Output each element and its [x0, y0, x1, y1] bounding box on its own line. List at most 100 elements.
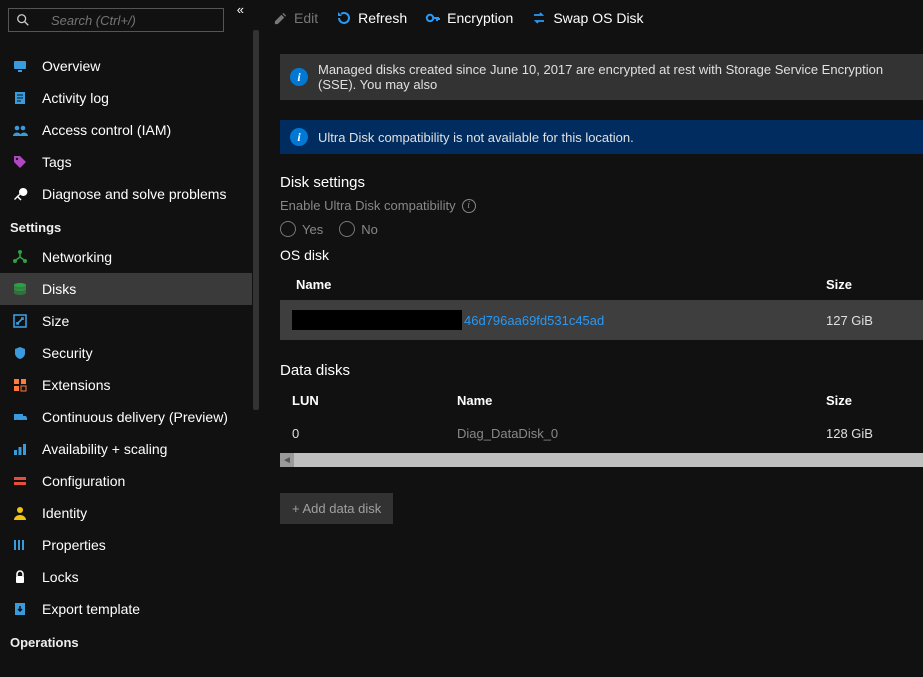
- sidebar-item-label: Extensions: [42, 377, 110, 393]
- edit-label: Edit: [294, 10, 318, 26]
- sidebar-search[interactable]: [8, 8, 224, 32]
- swap-icon: [531, 10, 547, 26]
- main-content: Edit Refresh Encryption Swap OS Disk i M…: [260, 0, 923, 677]
- sse-info-banner: i Managed disks created since June 10, 2…: [280, 54, 923, 100]
- os-disk-link[interactable]: 46d796aa69fd531c45ad: [464, 313, 604, 328]
- sidebar-settings-list: Networking Disks Size Security Extensions Con…: [0, 241, 252, 625]
- sidebar-item-availability-scaling[interactable]: Availability + scaling: [0, 433, 252, 465]
- info-icon: i: [290, 68, 308, 86]
- os-disk-row[interactable]: 46d796aa69fd531c45ad 127 GiB: [280, 300, 923, 340]
- redacted-name: [292, 310, 462, 330]
- sidebar-item-label: Access control (IAM): [42, 122, 171, 138]
- data-disk-size: 128 GiB: [826, 426, 911, 441]
- sidebar-item-tags[interactable]: Tags: [0, 146, 252, 178]
- scroll-left-icon[interactable]: ◄: [280, 453, 294, 467]
- encryption-label: Encryption: [447, 10, 513, 26]
- refresh-button[interactable]: Refresh: [336, 10, 407, 26]
- sidebar-item-label: Size: [42, 313, 69, 329]
- os-disk-table: Name Size 46d796aa69fd531c45ad 127 GiB: [280, 269, 923, 340]
- sidebar-item-label: Tags: [42, 154, 72, 170]
- export-icon: [12, 601, 28, 617]
- sidebar-item-label: Security: [42, 345, 93, 361]
- scaling-icon: [12, 441, 28, 457]
- search-icon: [15, 12, 31, 28]
- sidebar-item-identity[interactable]: Identity: [0, 497, 252, 529]
- search-input[interactable]: [45, 13, 217, 28]
- radio-icon: [339, 221, 355, 237]
- info-icon: i: [290, 128, 308, 146]
- size-icon: [12, 313, 28, 329]
- ultra-banner-text: Ultra Disk compatibility is not availabl…: [318, 130, 634, 145]
- sidebar-item-label: Properties: [42, 537, 106, 553]
- data-disk-lun: 0: [292, 426, 457, 441]
- sidebar-operations-heading: Operations: [0, 625, 252, 656]
- ultra-disk-banner: i Ultra Disk compatibility is not availa…: [280, 120, 923, 154]
- sidebar-item-label: Availability + scaling: [42, 441, 167, 457]
- sidebar-item-properties[interactable]: Properties: [0, 529, 252, 561]
- shield-icon: [12, 345, 28, 361]
- sidebar-item-label: Identity: [42, 505, 87, 521]
- delivery-icon: [12, 409, 28, 425]
- extensions-icon: [12, 377, 28, 393]
- sidebar-item-export-template[interactable]: Export template: [0, 593, 252, 625]
- os-disk-size: 127 GiB: [826, 313, 911, 328]
- info-outline-icon[interactable]: i: [462, 199, 476, 213]
- sidebar-item-diagnose-and-solve-problems[interactable]: Diagnose and solve problems: [0, 178, 252, 210]
- os-table-header: Name Size: [280, 269, 923, 300]
- sidebar-item-networking[interactable]: Networking: [0, 241, 252, 273]
- sidebar-item-configuration[interactable]: Configuration: [0, 465, 252, 497]
- col-size-header: Size: [826, 393, 911, 408]
- sidebar-item-access-control-iam-[interactable]: Access control (IAM): [0, 114, 252, 146]
- sidebar-item-size[interactable]: Size: [0, 305, 252, 337]
- sidebar-item-label: Networking: [42, 249, 112, 265]
- data-table-header: LUN Name Size: [280, 385, 923, 416]
- sidebar-item-locks[interactable]: Locks: [0, 561, 252, 593]
- sidebar-top-list: OverviewActivity log Access control (IAM)…: [0, 40, 252, 210]
- sidebar-item-activity-log[interactable]: Activity log: [0, 82, 252, 114]
- config-icon: [12, 473, 28, 489]
- sidebar-item-label: Locks: [42, 569, 79, 585]
- radio-icon: [280, 221, 296, 237]
- log-icon: [12, 90, 28, 106]
- col-lun-header: LUN: [292, 393, 457, 408]
- sidebar-item-disks[interactable]: Disks: [0, 273, 252, 305]
- swap-disk-button[interactable]: Swap OS Disk: [531, 10, 643, 26]
- data-disk-row[interactable]: 0 Diag_DataDisk_0 128 GiB: [280, 416, 923, 451]
- collapse-sidebar-icon[interactable]: «: [237, 2, 244, 17]
- encryption-button[interactable]: Encryption: [425, 10, 513, 26]
- pane-divider[interactable]: [252, 0, 260, 677]
- properties-icon: [12, 537, 28, 553]
- swap-label: Swap OS Disk: [553, 10, 643, 26]
- horizontal-scrollbar[interactable]: ◄: [280, 453, 923, 467]
- sse-banner-text: Managed disks created since June 10, 201…: [318, 62, 913, 92]
- wrench-icon: [12, 186, 28, 202]
- sidebar-item-label: Continuous delivery (Preview): [42, 409, 228, 425]
- sidebar-item-security[interactable]: Security: [0, 337, 252, 369]
- sidebar-item-label: Export template: [42, 601, 140, 617]
- data-disks-heading: Data disks: [280, 362, 923, 379]
- encryption-icon: [425, 10, 441, 26]
- os-disk-heading: OS disk: [280, 247, 923, 263]
- col-size-header: Size: [826, 277, 911, 292]
- ultra-radio-group: Yes No: [280, 221, 923, 237]
- ultra-yes-radio[interactable]: Yes: [280, 221, 323, 237]
- sidebar: « OverviewActivity log Access control (IA…: [0, 0, 252, 677]
- refresh-icon: [336, 10, 352, 26]
- lock-icon: [12, 569, 28, 585]
- data-disks-table: LUN Name Size 0 Diag_DataDisk_0 128 GiB …: [280, 385, 923, 467]
- toolbar: Edit Refresh Encryption Swap OS Disk: [260, 0, 923, 40]
- sidebar-settings-heading: Settings: [0, 210, 252, 241]
- sidebar-item-continuous-delivery-preview-[interactable]: Continuous delivery (Preview): [0, 401, 252, 433]
- ultra-no-radio[interactable]: No: [339, 221, 378, 237]
- people-icon: [12, 122, 28, 138]
- radio-no-label: No: [361, 222, 378, 237]
- add-data-disk-button[interactable]: + Add data disk: [280, 493, 393, 524]
- network-icon: [12, 249, 28, 265]
- sidebar-item-label: Configuration: [42, 473, 125, 489]
- data-disk-name: Diag_DataDisk_0: [457, 426, 826, 441]
- col-name-header: Name: [457, 393, 826, 408]
- edit-button: Edit: [272, 10, 318, 26]
- monitor-icon: [12, 58, 28, 74]
- sidebar-item-extensions[interactable]: Extensions: [0, 369, 252, 401]
- sidebar-item-overview[interactable]: Overview: [0, 50, 252, 82]
